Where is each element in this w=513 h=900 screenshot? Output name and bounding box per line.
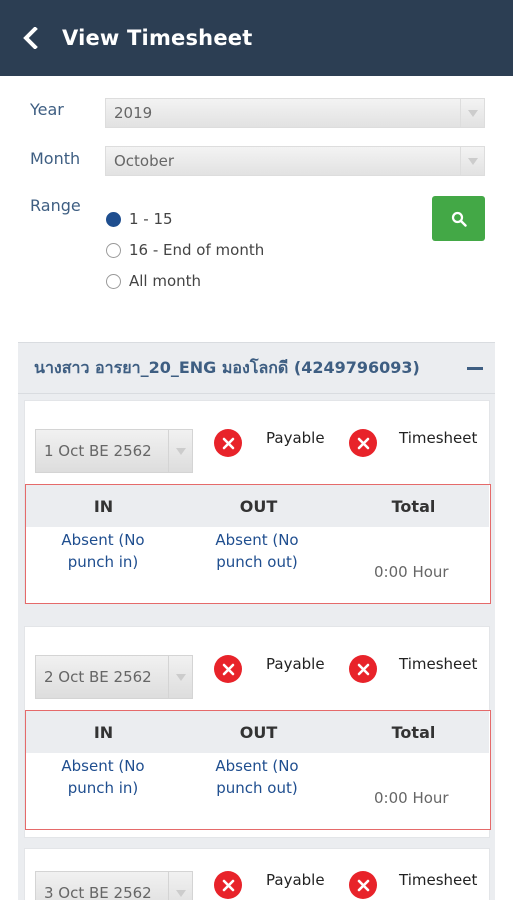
year-select[interactable]: 2019 [105,98,485,128]
punch-table: IN OUT Total Absent (No punch in) Absent… [25,484,491,604]
payable-status: Payable [214,429,325,457]
in-value: Absent (No punch in) [61,757,145,797]
range-option-16-end[interactable]: 16 - End of month [106,241,264,259]
out-value: Absent (No punch out) [215,531,299,571]
employee-panel: นางสาว อารยา_20_ENG มองโลกดี (4249796093… [18,342,495,900]
x-circle-icon [349,871,377,899]
x-circle-icon [214,655,242,683]
timesheet-status: Timesheet [349,429,477,457]
timesheet-label: Timesheet [399,871,478,889]
payable-label: Payable [266,871,325,889]
radio-selected[interactable] [106,211,121,227]
month-select[interactable]: October [105,146,485,176]
col-out: OUT [239,722,278,742]
chevron-down-icon [168,430,192,472]
employee-panel-header[interactable]: นางสาว อารยา_20_ENG มองโลกดี (4249796093… [18,342,495,394]
search-button[interactable] [432,196,485,241]
date-value: 2 Oct BE 2562 [44,668,152,686]
day-card: 3 Oct BE 2562 Payable Timesheet [24,848,490,900]
col-in: IN [93,722,114,742]
payable-status: Payable [214,871,325,899]
day-card: 2 Oct BE 2562 Payable Timesheet IN OUT T… [24,626,491,838]
month-label: Month [30,149,81,168]
table-header: IN OUT Total [26,485,489,527]
timesheet-status: Timesheet [349,871,477,899]
x-circle-icon [349,429,377,457]
timesheet-label: Timesheet [399,429,478,447]
month-value: October [114,152,175,170]
out-value: Absent (No punch out) [215,757,299,797]
chevron-down-icon [460,99,484,127]
payable-label: Payable [266,655,325,673]
back-button[interactable] [0,0,62,76]
chevron-down-icon [460,147,484,175]
date-select[interactable]: 2 Oct BE 2562 [35,655,193,699]
x-circle-icon [214,871,242,899]
col-out: OUT [239,496,278,516]
x-circle-icon [214,429,242,457]
chevron-down-icon [168,656,192,698]
day-card: 1 Oct BE 2562 Payable Timesheet IN OUT T… [24,400,491,604]
date-value: 1 Oct BE 2562 [44,442,152,460]
range-option-1-15[interactable]: 1 - 15 [106,210,173,228]
date-select[interactable]: 3 Oct BE 2562 [35,871,193,900]
x-circle-icon [349,655,377,683]
year-label: Year [30,100,64,119]
range-option-label: 16 - End of month [129,241,265,259]
payable-label: Payable [266,429,325,447]
table-header: IN OUT Total [26,711,489,753]
date-select[interactable]: 1 Oct BE 2562 [35,429,193,473]
punch-table: IN OUT Total Absent (No punch in) Absent… [25,710,491,830]
range-option-label: 1 - 15 [129,210,173,228]
timesheet-label: Timesheet [399,655,478,673]
date-value: 3 Oct BE 2562 [44,884,152,900]
radio-unselected[interactable] [106,273,121,289]
total-value: 0:00 Hour [374,789,449,807]
col-total: Total [391,496,436,516]
chevron-down-icon [168,872,192,900]
minus-icon[interactable] [467,367,483,370]
timesheet-status: Timesheet [349,655,477,683]
range-option-label: All month [129,272,202,290]
total-value: 0:00 Hour [374,563,449,581]
range-option-all-month[interactable]: All month [106,272,201,290]
search-icon [451,211,467,227]
col-in: IN [93,496,114,516]
range-label: Range [30,196,81,215]
app-header: View Timesheet [0,0,513,76]
page-title: View Timesheet [62,26,253,50]
year-value: 2019 [114,104,153,122]
chevron-left-icon [23,27,38,49]
radio-unselected[interactable] [106,242,121,258]
in-value: Absent (No punch in) [61,531,145,571]
employee-name: นางสาว อารยา_20_ENG มองโลกดี (4249796093… [34,357,420,377]
col-total: Total [391,722,436,742]
payable-status: Payable [214,655,325,683]
